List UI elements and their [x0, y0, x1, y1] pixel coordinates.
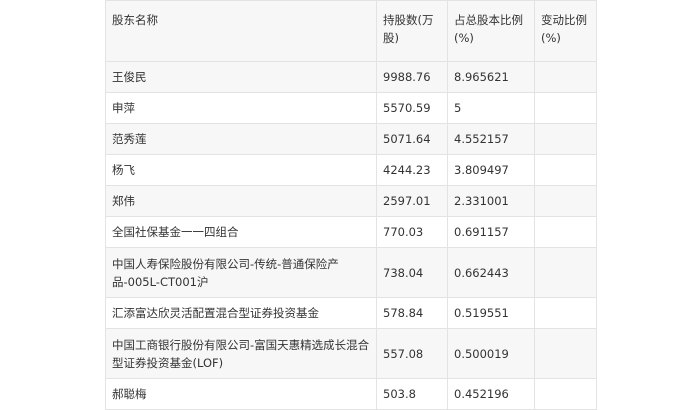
cell-change: [534, 297, 597, 329]
cell-name: 申萍: [105, 92, 377, 124]
cell-shares: 2597.01: [376, 185, 448, 217]
table-row: 全国社保基金一一四组合 770.03 0.691157: [105, 216, 597, 248]
cell-ratio: 5: [447, 92, 535, 124]
header-shares: 持股数(万股): [376, 0, 448, 62]
table-row: 中国人寿保险股份有限公司-传统-普通保险产品-005L-CT001沪 738.0…: [105, 247, 597, 298]
cell-shares: 738.04: [376, 247, 448, 298]
cell-name: 郑伟: [105, 185, 377, 217]
cell-ratio: 0.500019: [447, 328, 535, 379]
table-row: 郝聪梅 503.8 0.452196: [105, 378, 597, 410]
cell-change: [534, 185, 597, 217]
cell-change: [534, 328, 597, 379]
table-row: 杨飞 4244.23 3.809497: [105, 154, 597, 186]
cell-name: 全国社保基金一一四组合: [105, 216, 377, 248]
shareholder-table: 股东名称 持股数(万股) 占总股本比例(%) 变动比例(%) 王俊民 9988.…: [105, 0, 597, 410]
cell-change: [534, 216, 597, 248]
cell-shares: 557.08: [376, 328, 448, 379]
cell-ratio: 0.452196: [447, 378, 535, 410]
cell-name: 中国工商银行股份有限公司-富国天惠精选成长混合型证券投资基金(LOF): [105, 328, 377, 379]
table-row: 汇添富达欣灵活配置混合型证券投资基金 578.84 0.519551: [105, 297, 597, 329]
cell-name: 郝聪梅: [105, 378, 377, 410]
cell-shares: 578.84: [376, 297, 448, 329]
cell-change: [534, 154, 597, 186]
cell-shares: 9988.76: [376, 61, 448, 93]
cell-change: [534, 61, 597, 93]
table-row: 中国工商银行股份有限公司-富国天惠精选成长混合型证券投资基金(LOF) 557.…: [105, 328, 597, 379]
cell-name: 王俊民: [105, 61, 377, 93]
cell-ratio: 3.809497: [447, 154, 535, 186]
table-row: 范秀莲 5071.64 4.552157: [105, 123, 597, 155]
cell-name: 汇添富达欣灵活配置混合型证券投资基金: [105, 297, 377, 329]
cell-ratio: 4.552157: [447, 123, 535, 155]
cell-ratio: 0.691157: [447, 216, 535, 248]
cell-ratio: 0.519551: [447, 297, 535, 329]
cell-shares: 770.03: [376, 216, 448, 248]
cell-ratio: 8.965621: [447, 61, 535, 93]
header-ratio: 占总股本比例(%): [447, 0, 535, 62]
cell-ratio: 2.331001: [447, 185, 535, 217]
cell-ratio: 0.662443: [447, 247, 535, 298]
cell-change: [534, 92, 597, 124]
cell-name: 杨飞: [105, 154, 377, 186]
header-change: 变动比例(%): [534, 0, 597, 62]
cell-shares: 503.8: [376, 378, 448, 410]
cell-change: [534, 247, 597, 298]
table-header-row: 股东名称 持股数(万股) 占总股本比例(%) 变动比例(%): [105, 0, 597, 62]
cell-shares: 5071.64: [376, 123, 448, 155]
cell-change: [534, 378, 597, 410]
table-row: 郑伟 2597.01 2.331001: [105, 185, 597, 217]
table-row: 申萍 5570.59 5: [105, 92, 597, 124]
cell-change: [534, 123, 597, 155]
header-shareholder-name: 股东名称: [105, 0, 377, 62]
cell-name: 范秀莲: [105, 123, 377, 155]
cell-shares: 4244.23: [376, 154, 448, 186]
shareholder-table-container: 股东名称 持股数(万股) 占总股本比例(%) 变动比例(%) 王俊民 9988.…: [105, 0, 597, 410]
cell-shares: 5570.59: [376, 92, 448, 124]
table-row: 王俊民 9988.76 8.965621: [105, 61, 597, 93]
cell-name: 中国人寿保险股份有限公司-传统-普通保险产品-005L-CT001沪: [105, 247, 377, 298]
